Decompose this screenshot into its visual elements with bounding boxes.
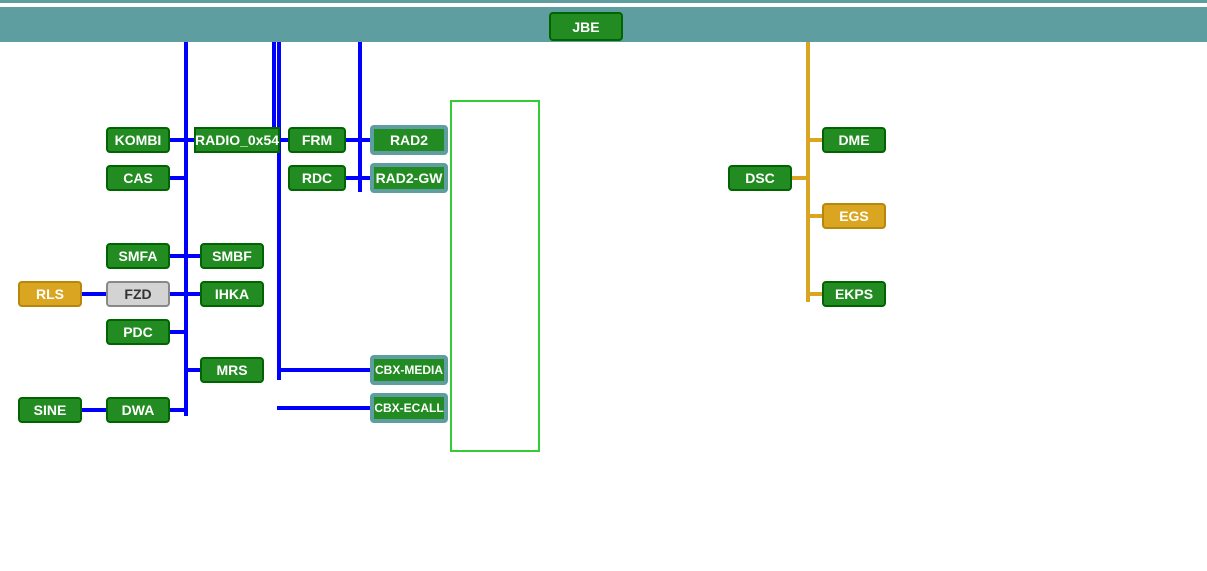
node-rdc[interactable]: RDC (288, 165, 346, 191)
node-egs[interactable]: EGS (822, 203, 886, 229)
node-dme[interactable]: DME (822, 127, 886, 153)
stub-cbxecall (277, 406, 371, 410)
node-ekps[interactable]: EKPS (822, 281, 886, 307)
node-frm[interactable]: FRM (288, 127, 346, 153)
node-cbxmedia[interactable]: CBX-MEDIA (370, 355, 448, 385)
node-mrs[interactable]: MRS (200, 357, 264, 383)
node-smbf[interactable]: SMBF (200, 243, 264, 269)
bus2-trunk (358, 42, 362, 192)
node-kombi[interactable]: KOMBI (106, 127, 170, 153)
stub-cas (170, 176, 188, 180)
stub-pdc (170, 330, 188, 334)
node-sine[interactable]: SINE (18, 397, 82, 423)
node-fzd[interactable]: FZD (106, 281, 170, 307)
stub-ekps (806, 292, 822, 296)
node-rls[interactable]: RLS (18, 281, 82, 307)
stub-cbxmedia (277, 368, 371, 372)
node-cbxecall[interactable]: CBX-ECALL (370, 393, 448, 423)
stub-dme (806, 138, 822, 142)
node-cas[interactable]: CAS (106, 165, 170, 191)
bus1-trunk (184, 42, 188, 416)
stub-dwa (170, 408, 188, 412)
header-strip-top (0, 0, 1207, 3)
node-ihka[interactable]: IHKA (200, 281, 264, 307)
node-dsc[interactable]: DSC (728, 165, 792, 191)
stub-egs (806, 214, 822, 218)
node-rad2[interactable]: RAD2 (370, 125, 448, 155)
stub-ihka (184, 292, 200, 296)
node-dwa[interactable]: DWA (106, 397, 170, 423)
node-smfa[interactable]: SMFA (106, 243, 170, 269)
bus2-trunk-ext (277, 42, 281, 380)
stub-dsc (792, 176, 810, 180)
most-panel (450, 100, 540, 452)
stub-sine (82, 408, 106, 412)
node-radio[interactable]: RADIO_0x54 (194, 127, 280, 153)
node-pdc[interactable]: PDC (106, 319, 170, 345)
node-jbe[interactable]: JBE (549, 12, 623, 41)
stub-rls (82, 292, 106, 296)
stub-smbf (184, 254, 200, 258)
node-rad2gw[interactable]: RAD2-GW (370, 163, 448, 193)
bus4-trunk (806, 42, 810, 302)
stub-mrs (184, 368, 200, 372)
